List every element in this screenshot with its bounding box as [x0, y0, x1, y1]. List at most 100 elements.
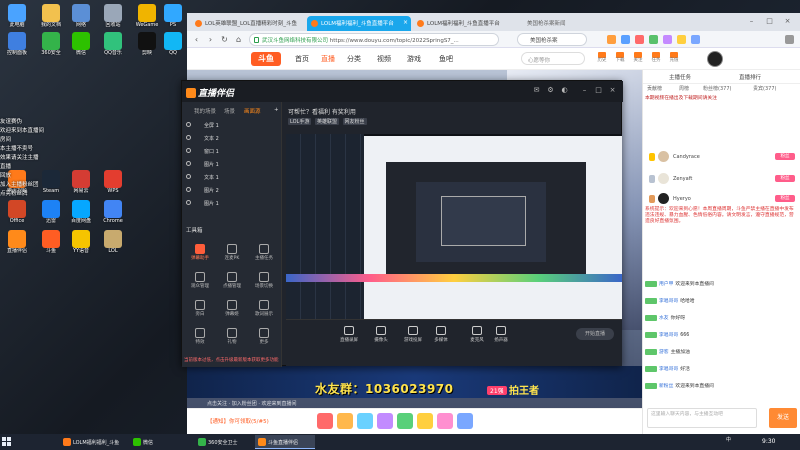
send-button[interactable]: 发送	[769, 408, 797, 428]
taskbar-app[interactable]: 微信	[130, 435, 190, 449]
close-icon[interactable]: ×	[608, 86, 617, 95]
chat-username[interactable]: 李唱哥哥	[659, 299, 678, 304]
rank-row[interactable]: Zenyaft 粉丝	[643, 172, 800, 186]
extension-icon[interactable]	[649, 35, 658, 44]
nav-video[interactable]: 视频	[377, 54, 391, 64]
desktop-icon[interactable]: 此电脑	[4, 4, 30, 28]
nav-fishbar[interactable]: 鱼吧	[439, 54, 453, 64]
source-item[interactable]: 图片 1	[186, 198, 276, 208]
desktop-icon[interactable]: 百度网盘	[68, 200, 94, 224]
desktop-icon[interactable]: Chrome	[100, 200, 126, 224]
source-item[interactable]: 窗口 1	[186, 146, 276, 156]
douyu-logo[interactable]: 斗鱼	[251, 52, 281, 66]
desktop-icon[interactable]: 回收站	[100, 4, 126, 28]
extension-icon[interactable]	[677, 35, 686, 44]
toolbox-item[interactable]: 弹幕助手	[186, 244, 214, 261]
follow-icon[interactable]: 关注	[631, 52, 645, 63]
tab-week[interactable]: 周榜	[679, 85, 689, 95]
maximize-icon[interactable]: □	[594, 86, 603, 95]
extension-icon[interactable]	[635, 35, 644, 44]
extension-icon[interactable]	[691, 35, 700, 44]
new-tab-hint[interactable]: 美国枪杀案新闻	[521, 16, 611, 31]
toolbox-item[interactable]: 更多	[250, 328, 278, 345]
eye-icon[interactable]	[186, 174, 191, 179]
desktop-icon[interactable]: LOL	[100, 230, 126, 254]
taskbar-app[interactable]: 斗鱼直播伴侣	[255, 435, 315, 449]
chat-message[interactable]: 游客 主播加油	[645, 348, 799, 357]
taskbar-app[interactable]: LOLM福利福利_斗鱼	[60, 435, 126, 449]
tab-sources[interactable]: 画面源	[244, 107, 261, 115]
source-item[interactable]: 图片 2	[186, 185, 276, 195]
chat-message[interactable]: 用户甲 欢迎来到本直播间	[645, 280, 799, 289]
stream-preview[interactable]	[286, 134, 622, 319]
address-bar[interactable]: 武汉斗鱼网络科技有限公司 https://www.douyu.com/topic…	[249, 33, 499, 46]
toolbox-item[interactable]: 连麦PK	[218, 244, 246, 261]
desktop-icon[interactable]: 微信	[68, 32, 94, 56]
chat-username[interactable]: 李唱哥哥	[659, 367, 678, 372]
chat-username[interactable]: 用户甲	[659, 282, 673, 287]
skin-icon[interactable]: ◐	[560, 86, 569, 95]
gift-icon[interactable]	[457, 413, 473, 429]
home-icon[interactable]: ⌂	[233, 34, 244, 45]
ime-indicator[interactable]: 中	[726, 436, 731, 443]
tab-anchor-task[interactable]: 主播任务	[669, 73, 691, 81]
toolbox-item[interactable]: 旁白	[186, 300, 214, 317]
extension-icon[interactable]	[607, 35, 616, 44]
desktop-icon[interactable]: 360安全	[38, 32, 64, 56]
toolbox-item[interactable]: 特效	[186, 328, 214, 345]
site-search-input[interactable]: 心愿等你	[521, 52, 585, 65]
tab-vip[interactable]: 贵宾(377)	[753, 85, 776, 95]
add-icon[interactable]: +	[274, 107, 279, 113]
clock[interactable]: 9:30	[762, 438, 775, 445]
toolbox-item[interactable]: 点播管理	[218, 272, 246, 289]
chat-message[interactable]: 新粉丝 欢迎来到本直播间	[645, 382, 799, 391]
nav-home[interactable]: 首页	[295, 54, 309, 64]
source-item[interactable]: 文本 1	[186, 172, 276, 182]
capture-button[interactable]: 多媒体	[426, 326, 456, 343]
windows-start-icon[interactable]	[2, 437, 12, 447]
tab-lolm[interactable]: LOLM福利福利_斗鱼直播平台	[413, 16, 517, 31]
tab-scenes[interactable]: 场景	[224, 107, 235, 115]
start-live-button[interactable]: 开始直播	[576, 328, 614, 340]
chat-username[interactable]: 新粉丝	[659, 384, 673, 389]
rank-row[interactable]: Hyeryo 粉丝	[643, 192, 800, 206]
chat-username[interactable]: 游客	[659, 350, 669, 355]
desktop-icon[interactable]: WeGame	[134, 4, 160, 28]
download-icon[interactable]: 下载	[613, 52, 627, 63]
minimize-icon[interactable]: –	[747, 17, 756, 26]
eye-icon[interactable]	[186, 122, 191, 127]
gift-icon[interactable]	[317, 413, 333, 429]
desktop-icon[interactable]: 网络	[68, 4, 94, 28]
source-item[interactable]: 全屏 1	[186, 120, 276, 130]
desktop-icon[interactable]: 控制面板	[4, 32, 30, 56]
desktop-icon[interactable]: 剪映	[134, 32, 160, 56]
desktop-icon[interactable]: QQ音乐	[100, 32, 126, 56]
toolbox-item[interactable]: 主播任务	[250, 244, 278, 261]
chat-input[interactable]: 这里输入聊天内容，与主播互动吧	[647, 408, 757, 428]
back-icon[interactable]: ‹	[191, 34, 202, 45]
eye-icon[interactable]	[186, 200, 191, 205]
nav-category[interactable]: 分类	[347, 54, 361, 64]
minimize-icon[interactable]: –	[580, 86, 589, 95]
desktop-icon[interactable]: PS	[160, 4, 186, 28]
desktop-icon[interactable]: 网易云	[68, 170, 94, 194]
desktop-icon[interactable]: WPS	[100, 170, 126, 194]
capture-button[interactable]: 直播录屏	[334, 326, 364, 343]
chat-message[interactable]: 李唱哥哥 666	[645, 331, 799, 340]
user-avatar[interactable]	[707, 51, 723, 67]
history-icon[interactable]: 历史	[595, 52, 609, 63]
tab-contribution[interactable]: 贡献榜	[647, 85, 662, 95]
desktop-icon[interactable]: 我的文档	[38, 4, 64, 28]
chat-message[interactable]: 李唱哥哥 好活	[645, 365, 799, 374]
task-icon[interactable]: 任务	[649, 52, 663, 63]
maximize-icon[interactable]: □	[765, 17, 774, 26]
desktop-icon[interactable]: QQ	[160, 32, 186, 56]
refresh-icon[interactable]: ↻	[219, 34, 230, 45]
eye-icon[interactable]	[186, 148, 191, 153]
gift-icon[interactable]	[397, 413, 413, 429]
desktop-icon[interactable]: YY语音	[68, 230, 94, 254]
eye-icon[interactable]	[186, 135, 191, 140]
gift-icon[interactable]	[357, 413, 373, 429]
tab-fans[interactable]: 粉丝榜(377)	[703, 85, 731, 95]
capture-button[interactable]: 游戏投屏	[398, 326, 428, 343]
